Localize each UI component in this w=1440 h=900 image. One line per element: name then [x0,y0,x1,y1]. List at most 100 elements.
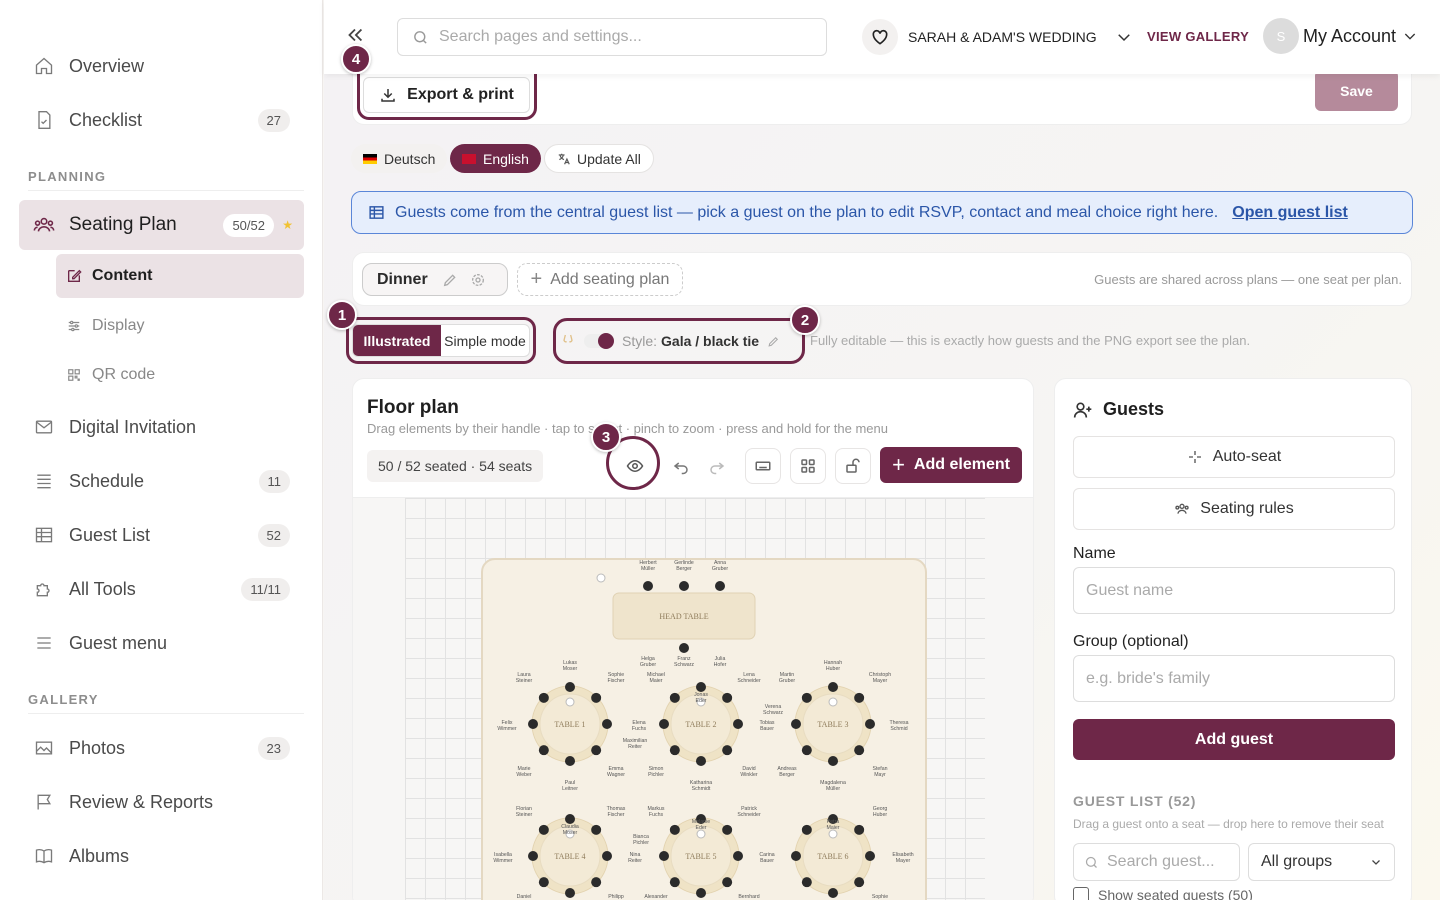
sidebar-item-overview[interactable]: Overview [19,43,304,89]
update-all-button[interactable]: Update All [544,144,654,173]
plus-icon: + [530,268,543,290]
grid-button[interactable] [790,448,826,484]
marker-4: 4 [341,44,371,74]
account-menu[interactable]: S My Account [1263,18,1418,54]
gear-icon[interactable] [470,272,486,288]
guest-name-label: Florian Steiner [516,806,533,818]
add-element-button[interactable]: + Add element [880,447,1022,483]
seating-rules-label: Seating rules [1200,500,1294,517]
sidebar-item-label: Overview [69,55,145,76]
guest-name-label: Thomas Fischer [607,806,626,818]
home-icon [33,55,55,77]
guest-name-input[interactable] [1073,567,1395,614]
sidebar-item-label: Seating Plan [69,214,177,235]
guest-name-label: Bianca Pichler [633,834,649,846]
seat-marker [722,745,733,756]
pencil-icon[interactable] [442,272,458,288]
sidebar-item-guest-list[interactable]: Guest List 52 [19,512,304,558]
add-seat-marker [828,829,838,839]
add-seat-marker [696,829,706,839]
marker-3: 3 [591,422,621,452]
seat-marker [801,745,812,756]
save-button[interactable]: Save [1315,70,1398,111]
auto-seat-button[interactable]: Auto-seat [1073,436,1395,478]
add-guest-button[interactable]: Add guest [1073,719,1395,760]
section-label-gallery: GALLERY [28,692,99,707]
redo-button[interactable] [699,448,735,484]
seat-marker [854,824,865,835]
undo-button[interactable] [663,448,699,484]
plus-icon: + [892,452,905,477]
floor-plan-canvas[interactable]: HEAD TABLE TABLE 1 TABLE 2 TABLE 3 TABLE 4 TA… [353,497,1034,900]
keyboard-icon [754,457,772,475]
seat-marker [591,692,602,703]
sidebar-item-guest-menu[interactable]: Guest menu [19,620,304,666]
add-seat-marker [565,697,575,707]
group-filter-value: All groups [1261,853,1333,870]
group-filter-select[interactable]: All groups [1248,843,1395,881]
group-input[interactable] [1073,655,1395,702]
people-icon [33,214,55,236]
count-badge: 50/52 [223,213,274,237]
sidebar-item-checklist[interactable]: Checklist 27 [19,97,304,143]
sidebar-subitem-display[interactable]: Display [56,304,304,348]
table-label: TABLE 6 [817,852,848,861]
search-input[interactable] [439,28,809,46]
seat-marker [854,745,865,756]
checkbox[interactable] [1073,887,1089,900]
sidebar-subitem-qr-code[interactable]: QR code [56,353,304,397]
undo-icon [672,457,690,475]
guest-name-label: Claudia Moser [561,824,579,836]
add-seating-plan-button[interactable]: + Add seating plan [517,263,683,296]
sidebar-item-albums[interactable]: Albums [19,833,304,879]
add-seat-marker [596,573,606,583]
sidebar-item-all-tools[interactable]: All Tools 11/11 [19,566,304,612]
sidebar-subitem-label: QR code [92,366,156,383]
sidebar-subitem-content[interactable]: Content [56,254,304,298]
sidebar-item-label: All Tools [69,578,136,599]
sidebar-item-label: Checklist [69,109,143,130]
view-gallery-link[interactable]: VIEW GALLERY [1147,29,1249,44]
seat-marker [854,877,865,888]
guest-name-label: Emma Wagner [607,766,625,778]
sidebar-item-schedule[interactable]: Schedule 11 [19,458,304,504]
sidebar-item-review-reports[interactable]: Review & Reports [19,779,304,825]
language-english[interactable]: English [450,144,541,173]
edit-icon [66,268,82,284]
sidebar-item-seating-plan[interactable]: Seating Plan 50/52 ★ [19,200,304,250]
name-label: Name [1073,545,1116,562]
show-seated-toggle[interactable]: Show seated guests (50) [1073,887,1253,900]
plan-tab-label: Dinner [377,270,428,288]
star-icon: ★ [282,218,293,232]
seat-marker [591,745,602,756]
language-deutsch[interactable]: Deutsch [351,144,448,173]
floor-plan-subtitle: Drag elements by their handle · tap to s… [367,421,888,436]
floor-plan-drawing[interactable]: HEAD TABLE TABLE 1 TABLE 2 TABLE 3 TABLE 4 TA… [353,498,1034,900]
seated-guest-marker [715,581,725,591]
wedding-selector[interactable]: SARAH & ADAM'S WEDDING [862,19,1133,55]
guest-search-input[interactable] [1107,853,1232,871]
seat-marker [591,877,602,888]
seat-marker [669,824,680,835]
guest-name-label: Marie Weber [516,766,531,778]
seat-marker [659,851,669,861]
guest-name-label: Herbert Müller [639,560,657,572]
keyboard-button[interactable] [745,448,781,484]
lock-button[interactable] [835,448,871,484]
guest-name-label: Simon Pichler [648,766,664,778]
seat-marker [722,692,733,703]
seat-marker [538,824,549,835]
seat-marker [801,877,812,888]
seating-rules-button[interactable]: Seating rules [1073,488,1395,530]
seat-marker [722,824,733,835]
sidebar-item-digital-invitation[interactable]: Digital Invitation [19,404,304,450]
guest-name-label: Elisabeth Mayer [892,852,913,864]
plan-tab-dinner[interactable]: Dinner [362,263,508,296]
sidebar-subitem-label: Content [92,267,153,284]
seat-marker [801,824,812,835]
open-guest-list-link[interactable]: Open guest list [1232,204,1348,222]
sidebar-item-photos[interactable]: Photos 23 [19,725,304,771]
floor-plan-card: Floor plan Drag elements by their handle… [352,378,1034,900]
main-content: Export & print Save Deutsch English Upda… [324,54,1440,900]
seat-marker [538,745,549,756]
